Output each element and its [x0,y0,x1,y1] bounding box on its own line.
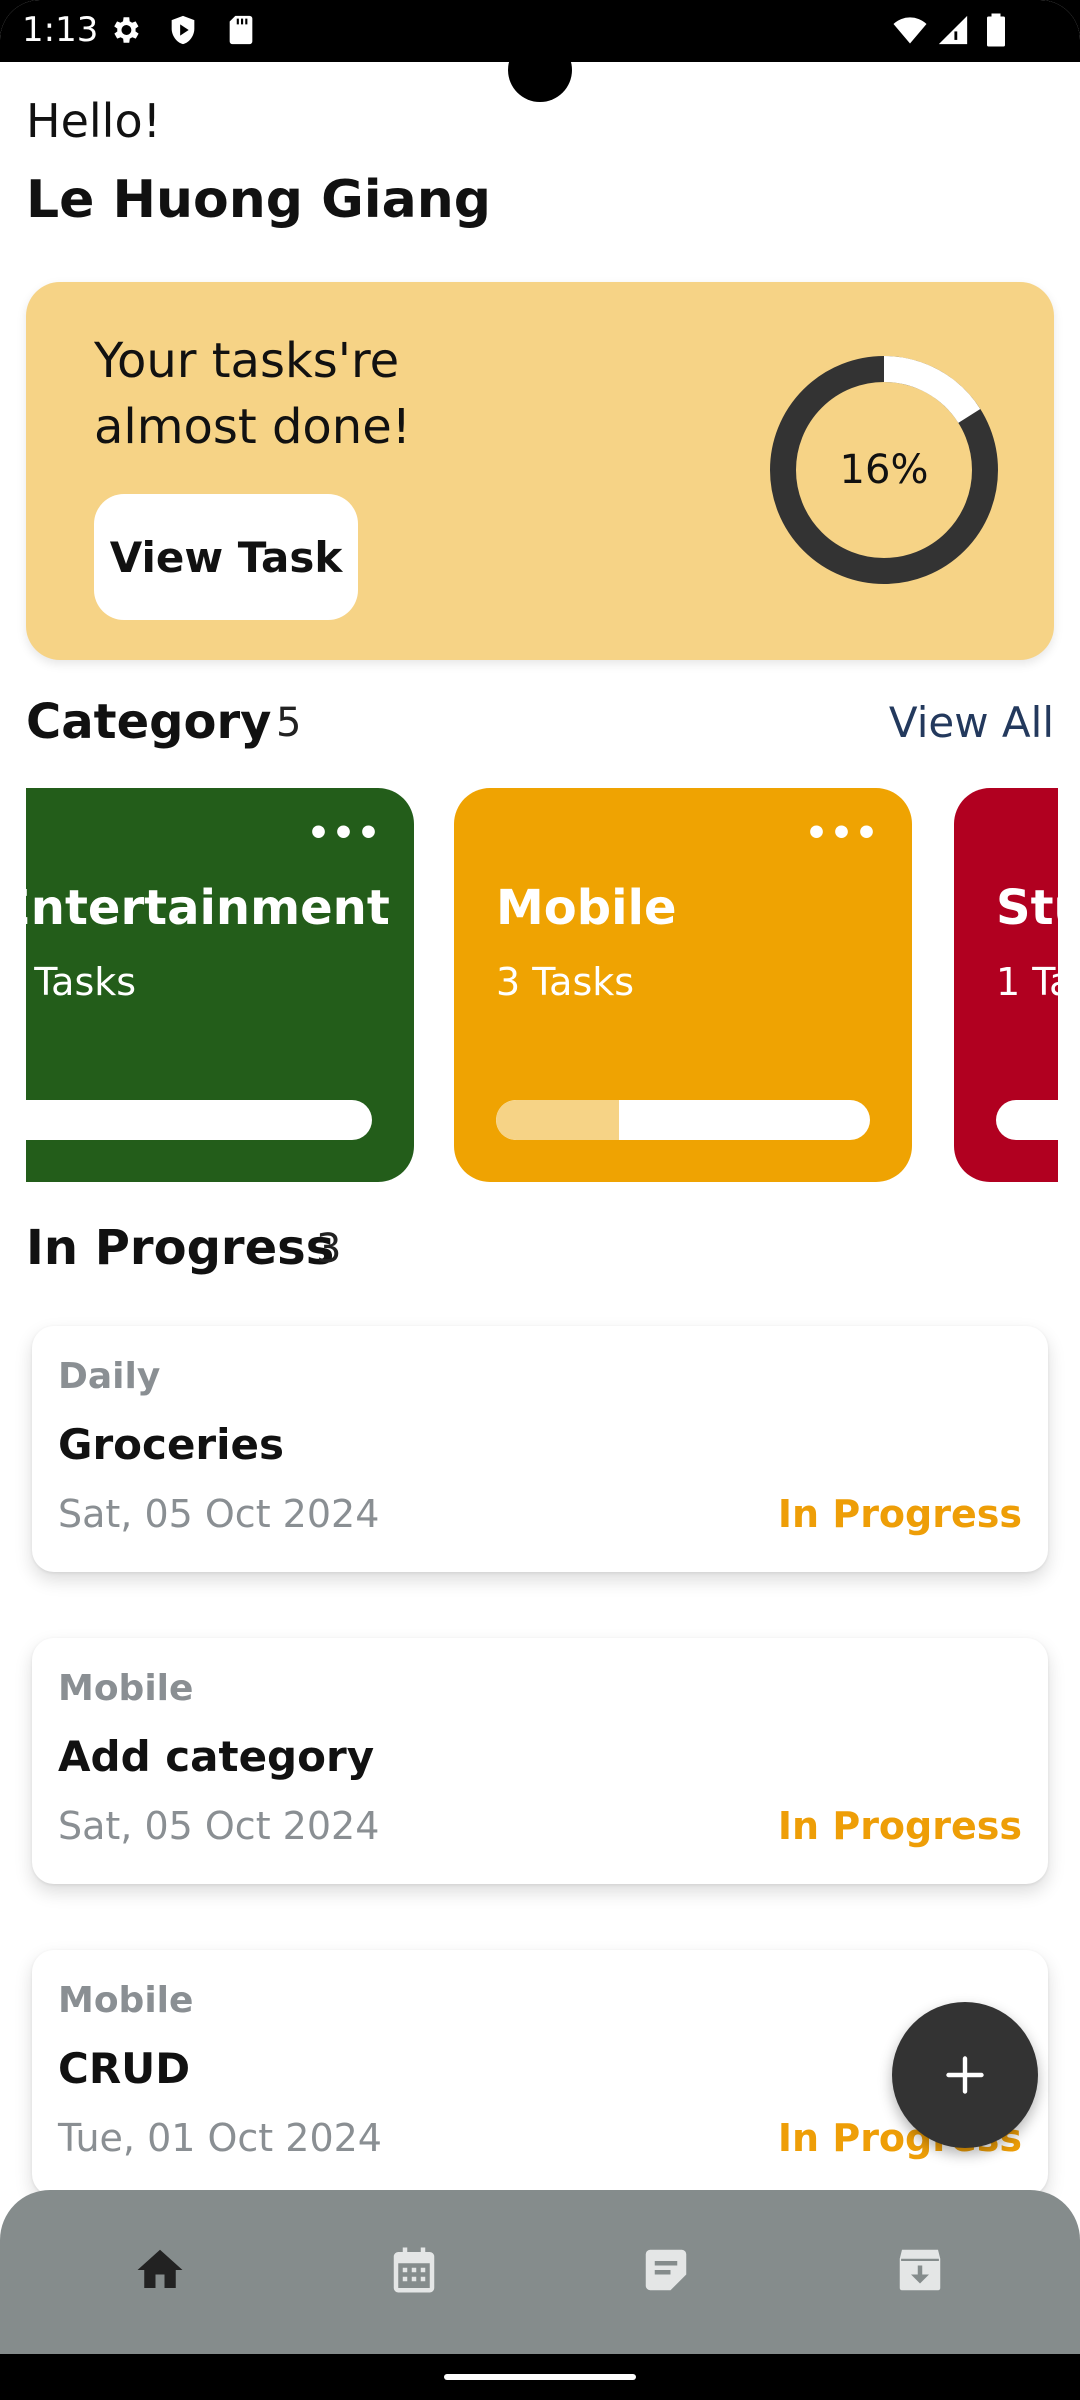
task-status: In Progress [777,1804,1022,1848]
notes-icon [645,2249,687,2291]
category-name: Mobile [496,880,677,936]
add-task-button[interactable] [892,2002,1038,2148]
task-title: Groceries [58,1420,285,1469]
more-options-icon[interactable]: ••• [307,816,382,852]
category-name: Study [996,880,1058,936]
task-card[interactable]: Daily Groceries Sat, 05 Oct 2024 In Prog… [32,1326,1048,1572]
category-card-entertainment[interactable]: ••• Entertainment 3 Tasks [26,788,414,1182]
camera-cutout [508,38,572,102]
progress-percent: 16% [839,447,929,493]
category-progress-bar [496,1100,870,1140]
in-progress-heading: In Progress [26,1220,335,1276]
signal-icon [938,15,968,45]
task-title: CRUD [58,2044,191,2093]
category-progress-bar [26,1100,372,1140]
task-date: Sat, 05 Oct 2024 [58,1492,380,1536]
task-status: In Progress [777,1492,1022,1536]
progress-banner: Your tasks're almost done! View Task 16% [26,282,1054,660]
category-progress-fill [496,1100,620,1140]
home-indicator[interactable] [444,2374,636,2380]
task-category: Mobile [58,1668,194,1709]
settings-icon [114,17,139,43]
nav-archive[interactable] [890,2240,950,2300]
nav-notes[interactable] [636,2240,696,2300]
task-title: Add category [58,1732,375,1781]
archive-icon [899,2249,941,2291]
category-count: 5 [276,700,302,746]
app-screen: 1:13 Hello! Le Huong Giang Your tasks're… [0,0,1080,2400]
user-name: Le Huong Giang [26,170,491,230]
home-icon [137,2249,183,2288]
task-card[interactable]: Mobile Add category Sat, 05 Oct 2024 In … [32,1638,1048,1884]
category-name: Entertainment [26,880,390,936]
category-task-count: 3 Tasks [496,960,635,1004]
bottom-navigation [0,2190,1080,2360]
status-time: 1:13 [22,10,99,50]
task-date: Tue, 01 Oct 2024 [58,2116,382,2160]
more-options-icon[interactable]: ••• [805,816,880,852]
category-progress-bar [996,1100,1058,1140]
battery-icon [987,13,1005,47]
greeting-text: Hello! [26,94,162,148]
nav-calendar[interactable] [384,2240,444,2300]
wifi-icon [893,17,927,44]
task-category: Daily [58,1356,161,1397]
sd-card-icon [229,15,253,45]
category-card-mobile[interactable]: ••• Mobile 3 Tasks [454,788,912,1182]
banner-message: Your tasks're almost done! [94,333,411,455]
shield-icon [171,15,195,45]
category-card-study[interactable]: ••• Study 1 Task [954,788,1058,1182]
category-task-count: 1 Task [996,960,1058,1004]
category-heading: Category [26,694,272,750]
category-carousel[interactable]: ••• Entertainment 3 Tasks ••• Mobile 3 T… [26,786,1058,1186]
plus-icon [946,2056,984,2094]
view-all-link[interactable]: View All [889,698,1054,747]
nav-home[interactable] [130,2240,190,2300]
calendar-icon [393,2247,435,2293]
task-category: Mobile [58,1980,194,2021]
in-progress-count: 3 [316,1226,342,1272]
task-date: Sat, 05 Oct 2024 [58,1804,380,1848]
view-task-button[interactable]: View Task [94,494,358,620]
category-task-count: 3 Tasks [26,960,137,1004]
gesture-bar [0,2354,1080,2400]
